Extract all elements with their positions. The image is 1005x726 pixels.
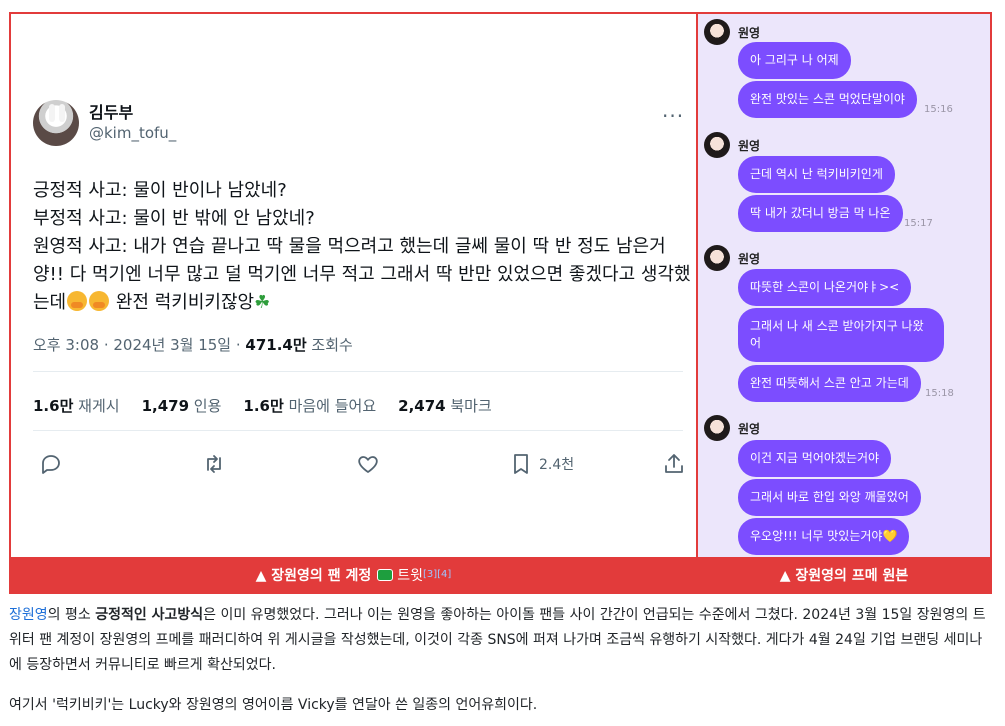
sender-name: 원영 xyxy=(738,25,761,40)
views-label: 조회수 xyxy=(306,336,353,354)
tweet-text: 긍정적 사고: 물이 반이나 남았네? 부정적 사고: 물이 반 밖에 안 남았… xyxy=(33,177,691,317)
message-time: 15:17 xyxy=(904,218,933,229)
tweet-stats: 1.6만 재게시 1,479 인용 1.6만 마음에 들어요 2,474 북마크 xyxy=(33,395,492,416)
tweet-author[interactable]: 김두부 @kim_tofu_ xyxy=(33,100,176,146)
hand-over-mouth-emoji-icon xyxy=(89,291,110,311)
tweet-actions: 2.4천 xyxy=(33,450,693,478)
stat-quotes[interactable]: 1,479 인용 xyxy=(142,395,222,416)
sender-avatar xyxy=(704,132,730,158)
bookmark-icon xyxy=(514,454,528,474)
caption-left: ▲ 장원영의 팬 계정 트윗 [3][4] xyxy=(11,557,696,592)
divider xyxy=(33,430,683,431)
article-paragraph: 여기서 '럭키비키'는 Lucky와 장원영의 영어이름 Vicky를 연달아 … xyxy=(9,697,538,713)
tweet-line: 양!! 다 먹기엔 너무 많고 덜 먹기엔 너무 적고 그래서 딱 반만 있었으… xyxy=(33,264,691,285)
chat-message: 따뜻한 스콘이 나온거야ㅑ>< xyxy=(738,269,912,306)
chat-message: 근데 역시 난 럭키비키인게 xyxy=(738,156,895,193)
chat-message: 아 그리구 나 어제 xyxy=(738,42,851,79)
chat-sender: 원영 xyxy=(704,19,760,45)
sender-avatar xyxy=(704,415,730,441)
like-button[interactable] xyxy=(356,450,380,478)
tweet-line-start: 는데 xyxy=(33,292,67,313)
chat-message: 그래서 바로 한입 와앙 깨물었어 xyxy=(738,479,921,516)
retweet-button[interactable] xyxy=(202,450,226,478)
tweet-line: 긍정적 사고: 물이 반이나 남았네? xyxy=(33,180,287,201)
message-time: 15:16 xyxy=(924,104,953,115)
bookmark-count: 2.4천 xyxy=(539,457,575,473)
stat-label: 북마크 xyxy=(450,397,492,415)
stat-value: 1.6만 xyxy=(33,397,74,415)
bookmark-button[interactable]: 2.4천 xyxy=(509,450,574,478)
chat-sender: 원영 xyxy=(704,245,760,271)
stat-label: 마음에 들어요 xyxy=(288,397,377,415)
sender-avatar xyxy=(704,19,730,45)
reply-button[interactable] xyxy=(39,450,63,478)
tweet-meta: 오후 3:08 · 2024년 3월 15일 · 471.4만 조회수 xyxy=(33,334,353,355)
chat-message: 완전 따뜻해서 스콘 안고 가는데 xyxy=(738,365,921,402)
stat-label: 인용 xyxy=(193,397,222,415)
tweet-link[interactable]: 트윗 xyxy=(397,565,423,585)
tweet-card: 김두부 @kim_tofu_ ··· 긍정적 사고: 물이 반이나 남았네? 부… xyxy=(11,14,696,557)
text: 의 평소 xyxy=(47,607,96,623)
reference-link[interactable]: [3][4] xyxy=(423,569,451,580)
chat-message: 우오앙!!! 너무 맛있는거야💛 xyxy=(738,518,910,555)
display-name[interactable]: 김두부 xyxy=(89,103,176,123)
stat-likes[interactable]: 1.6만 마음에 들어요 xyxy=(243,395,376,416)
share-button[interactable] xyxy=(662,450,686,478)
chat-message: 딱 내가 갔더니 방금 막 나온 xyxy=(738,195,903,232)
stat-bookmarks[interactable]: 2,474 북마크 xyxy=(398,395,492,416)
more-options-icon[interactable]: ··· xyxy=(662,106,686,127)
share-icon xyxy=(665,454,683,473)
message-time: 15:18 xyxy=(925,388,954,399)
stat-value: 1.6만 xyxy=(243,397,284,415)
stat-value: 2,474 xyxy=(398,397,446,415)
heart-icon xyxy=(358,456,378,473)
reply-icon xyxy=(42,455,60,474)
sender-name: 원영 xyxy=(738,138,761,153)
sender-name: 원영 xyxy=(738,251,761,266)
stat-value: 1,479 xyxy=(141,397,190,415)
chat-message: 그래서 나 새 스콘 받아가지구 나왔어 xyxy=(738,308,944,362)
chat-message: 완전 맛있는 스콘 먹었단말이야 xyxy=(738,81,917,118)
tweet-time[interactable]: 오후 3:08 · 2024년 3월 15일 · xyxy=(33,336,245,354)
views-count: 471.4만 xyxy=(245,336,307,354)
sender-name: 원영 xyxy=(738,421,761,436)
chat-message: 이건 지금 먹어야겠는거야 xyxy=(738,440,892,477)
stat-retweets[interactable]: 1.6만 재게시 xyxy=(33,395,120,416)
sender-avatar xyxy=(704,245,730,271)
chat-panel: 원영 아 그리구 나 어제 완전 맛있는 스콘 먹었단말이야 15:16 원영 … xyxy=(698,14,990,557)
bold-text: 긍정적인 사고방식 xyxy=(95,607,204,623)
article-paragraph: 장원영의 평소 긍정적인 사고방식은 이미 유명했었다. 그러나 이는 원영을 … xyxy=(9,603,994,678)
tweet-line-last: 는데 완전 럭키비키잖앙☘ xyxy=(33,289,683,317)
caption-right: ▲ 장원영의 프메 원본 xyxy=(698,557,990,592)
avatar[interactable] xyxy=(33,100,79,146)
four-leaf-clover-icon: ☘ xyxy=(254,292,271,313)
tweet-line-end: 완전 럭키비키잖앙 xyxy=(115,292,255,313)
hand-over-mouth-emoji-icon xyxy=(67,291,88,311)
chat-sender: 원영 xyxy=(704,132,760,158)
divider xyxy=(33,371,683,372)
tweet-line: 부정적 사고: 물이 반 밖에 안 남았네? xyxy=(33,208,315,229)
twitter-badge-icon xyxy=(377,568,394,581)
tweet-line: 원영적 사고: 내가 연습 끝나고 딱 물을 먹으려고 했는데 글쎄 물이 딱 … xyxy=(33,236,666,257)
stat-label: 재게시 xyxy=(78,397,120,415)
caption-text: ▲ 장원영의 팬 계정 xyxy=(255,567,372,584)
retweet-icon xyxy=(207,455,221,473)
user-handle[interactable]: @kim_tofu_ xyxy=(89,123,176,143)
chat-sender: 원영 xyxy=(704,415,760,441)
wiki-link[interactable]: 장원영 xyxy=(9,607,48,623)
